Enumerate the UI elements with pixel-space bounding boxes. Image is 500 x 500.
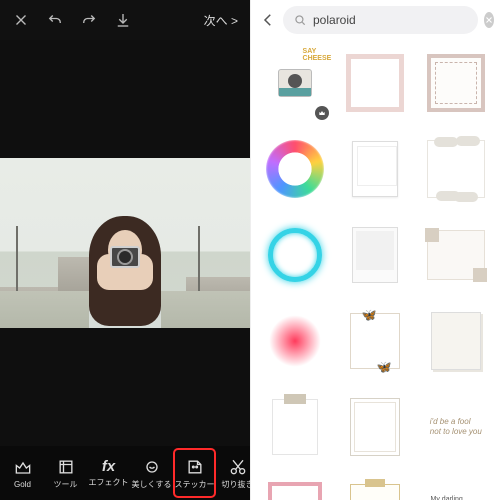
sticker-frame-pink[interactable] [337,42,413,124]
sticker-text: i'd be a fool not to love you [430,417,482,436]
photo-editor-panel: 次へ > Gold [0,0,250,500]
tool-tools[interactable]: ツール [45,449,86,497]
sticker-frame-clouds[interactable] [418,128,494,210]
undo-icon[interactable] [46,11,64,29]
tool-beauty[interactable]: 美しくする [131,449,172,497]
sticker-frame-gold-clip[interactable] [337,472,413,500]
download-icon[interactable] [114,11,132,29]
clear-search-icon[interactable] [484,12,494,28]
sticker-ring-rainbow[interactable] [257,128,333,210]
tool-label: 切り抜き [222,479,251,490]
sticker-frame-thin[interactable] [337,386,413,468]
sticker-polaroid-frame[interactable] [337,214,413,296]
sticker-text: SAY CHEESE [303,48,332,62]
gold-badge-icon [315,106,329,120]
sticker-text-darling[interactable]: My darling, you're all I want to be your… [418,472,494,500]
sticker-polaroid-tape[interactable] [257,386,333,468]
sticker-text-fool[interactable]: i'd be a fool not to love you [418,386,494,468]
back-icon[interactable] [259,11,277,29]
sticker-polaroid-camera[interactable]: SAY CHEESE [257,42,333,124]
tool-gold[interactable]: Gold [2,449,43,497]
tool-label: ステッカー [175,479,215,490]
tool-label: ツール [54,479,78,490]
tool-label: 美しくする [132,479,172,490]
sticker-glow-red[interactable] [257,300,333,382]
tool-sticker[interactable]: ステッカー [174,449,215,497]
tool-label: エフェクト [89,477,129,488]
editor-canvas[interactable] [0,40,250,446]
sticker-frame-corners[interactable] [418,214,494,296]
sticker-ring-cyan[interactable] [257,214,333,296]
search-box[interactable] [283,6,478,34]
next-button[interactable]: 次へ > [204,12,238,29]
tool-label: Gold [14,480,31,489]
edited-photo [0,158,250,328]
search-icon [293,13,307,27]
sticker-grid: SAY CHEESE 🦋🦋 i'd be a fool not to love … [251,40,500,500]
sticker-text: My darling, you're all I want to be your… [431,496,482,500]
sticker-frame-dotted[interactable] [418,42,494,124]
search-row [251,0,500,40]
sticker-frame-pastel-pink[interactable] [257,472,333,500]
sticker-frame-plain[interactable] [337,128,413,210]
close-icon[interactable] [12,11,30,29]
search-input[interactable] [313,13,468,27]
editor-topbar: 次へ > [0,0,250,40]
editor-toolbar: Gold ツール fx エフェクト 美しくする ステッカー 切り抜き [0,446,250,500]
sticker-frame-butterfly[interactable]: 🦋🦋 [337,300,413,382]
tool-cutout[interactable]: 切り抜き [217,449,250,497]
redo-icon[interactable] [80,11,98,29]
tool-effect[interactable]: fx エフェクト [88,449,129,497]
sticker-frame-paper[interactable] [418,300,494,382]
sticker-browser-panel: SAY CHEESE 🦋🦋 i'd be a fool not to love … [250,0,500,500]
